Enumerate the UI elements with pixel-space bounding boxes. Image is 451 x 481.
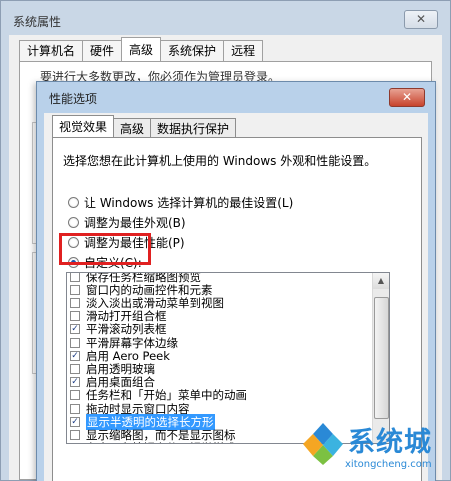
system-properties-title: 系统属性 [13,15,62,29]
checkbox-icon[interactable] [70,403,80,414]
radio-label: 调整为最佳外观(B) [84,215,186,230]
watermark-brand: 系统城 [348,427,432,458]
checkbox-icon[interactable] [70,297,80,308]
radio-button-icon [68,216,79,228]
radio-button-icon [68,196,79,208]
checkbox-checked-icon[interactable]: ✓ [70,416,80,427]
checkbox-icon[interactable] [70,284,80,295]
tab-computer-name[interactable]: 计算机名 [19,40,84,61]
system-properties-tabs: 计算机名 硬件 高级 系统保护 远程 [19,37,264,61]
performance-options-tabs: 视觉效果 高级 数据执行保护 [52,115,237,138]
tab-advanced[interactable]: 高级 [113,118,152,138]
system-properties-close-button[interactable]: ✕ [404,10,438,29]
scrollbar-thumb[interactable] [374,297,389,419]
tab-advanced[interactable]: 高级 [121,37,162,61]
checklist-item-label: 在窗口和按钮上使用视觉样式 [86,440,236,443]
tab-data-execution-prevention[interactable]: 数据执行保护 [150,118,237,138]
radio-best-appearance[interactable]: 调整为最佳外观(B) [68,213,186,231]
checkbox-icon[interactable] [70,311,80,322]
checkbox-icon[interactable] [70,363,80,374]
checkbox-icon[interactable] [70,390,80,401]
tab-hardware[interactable]: 硬件 [82,40,123,61]
checkbox-checked-icon[interactable]: ✓ [70,377,80,388]
custom-option-highlight [59,233,151,265]
checkbox-icon[interactable] [70,443,80,444]
tab-remote[interactable]: 远程 [223,40,264,61]
radio-label: 让 Windows 选择计算机的最佳设置(L) [84,195,294,210]
visual-effects-description: 选择您想在此计算机上使用的 Windows 外观和性能设置。 [63,154,377,168]
checkbox-icon[interactable] [70,273,80,282]
checkbox-icon[interactable] [70,337,80,348]
xitongcheng-logo-icon [303,423,343,465]
performance-options-title: 性能选项 [49,92,98,106]
checkbox-checked-icon[interactable]: ✓ [70,324,80,335]
checkbox-icon[interactable] [70,429,80,440]
scroll-up-arrow-icon[interactable]: ▲ [373,273,389,289]
tab-system-protection[interactable]: 系统保护 [160,40,225,61]
watermark-url: xitongcheng.com [345,459,432,470]
radio-let-windows-choose[interactable]: 让 Windows 选择计算机的最佳设置(L) [68,193,293,211]
performance-options-close-button[interactable]: ✕ [389,88,425,107]
checkbox-checked-icon[interactable]: ✓ [70,350,80,361]
tab-visual-effects[interactable]: 视觉效果 [52,115,115,138]
watermark: 系统城 xitongcheng.com [300,418,450,480]
